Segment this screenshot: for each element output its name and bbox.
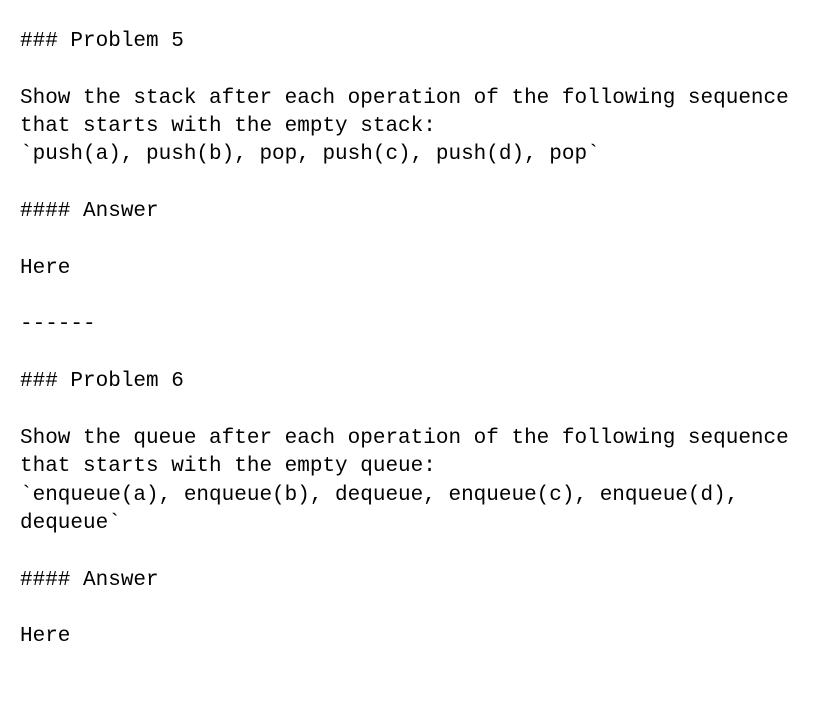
spacer — [20, 170, 808, 198]
section-separator: ------ — [20, 311, 808, 339]
problem-5-prompt: Show the stack after each operation of t… — [20, 85, 808, 142]
problem-6-code: `enqueue(a), enqueue(b), dequeue, enqueu… — [20, 482, 808, 539]
problem-6-answer-heading: #### Answer — [20, 567, 808, 595]
problem-5-heading: ### Problem 5 — [20, 28, 808, 56]
problem-5-answer-heading: #### Answer — [20, 198, 808, 226]
spacer — [20, 283, 808, 311]
problem-5-code: `push(a), push(b), pop, push(c), push(d)… — [20, 141, 808, 169]
spacer — [20, 340, 808, 368]
problem-6-heading: ### Problem 6 — [20, 368, 808, 396]
spacer — [20, 396, 808, 424]
spacer — [20, 595, 808, 623]
spacer — [20, 226, 808, 254]
problem-5-answer-body: Here — [20, 255, 808, 283]
spacer — [20, 538, 808, 566]
problem-6-prompt: Show the queue after each operation of t… — [20, 425, 808, 482]
spacer — [20, 56, 808, 84]
problem-6-answer-body: Here — [20, 623, 808, 651]
